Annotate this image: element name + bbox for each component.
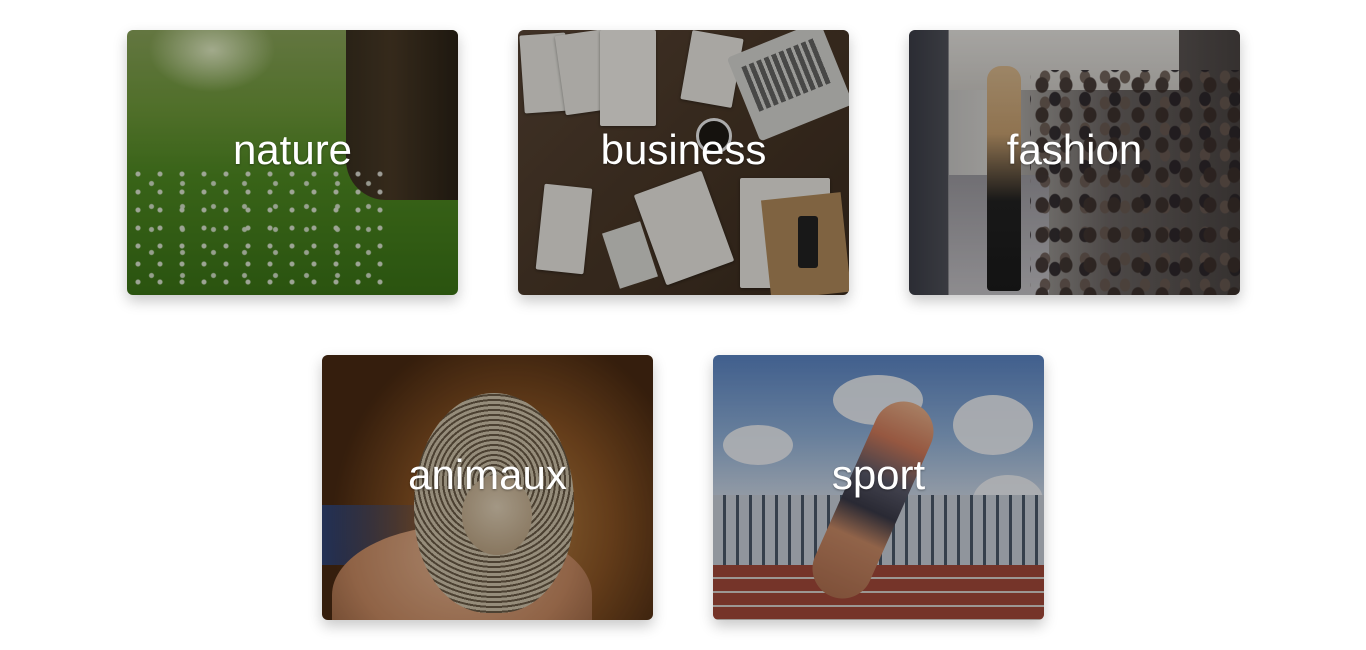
- category-label: business: [600, 126, 767, 173]
- category-card-nature[interactable]: nature: [127, 30, 458, 295]
- category-card-sport[interactable]: sport: [713, 355, 1044, 620]
- category-label: nature: [232, 126, 353, 173]
- category-card-animaux[interactable]: animaux: [322, 355, 653, 620]
- category-card-business[interactable]: business: [518, 30, 849, 295]
- category-label: fashion: [1006, 126, 1143, 173]
- category-label: sport: [831, 451, 926, 498]
- category-grid: nature business fashion animaux sport: [0, 0, 1366, 650]
- category-label: animaux: [408, 451, 567, 498]
- category-card-fashion[interactable]: fashion: [909, 30, 1240, 295]
